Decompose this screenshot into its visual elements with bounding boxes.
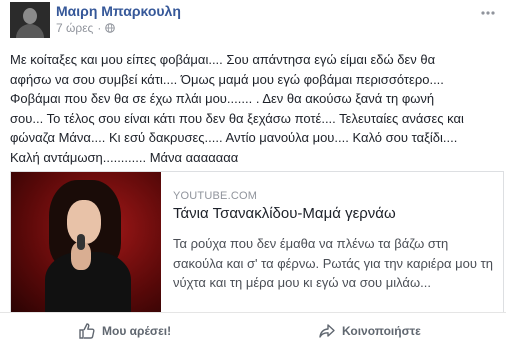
avatar-body: [16, 24, 44, 38]
meta-separator: ·: [97, 21, 102, 35]
more-options-icon[interactable]: [480, 6, 496, 16]
share-label: Κοινοποιήστε: [342, 324, 421, 338]
post-header: Μαιρη Μπαρκουλη 7 ώρες ·: [0, 0, 506, 40]
link-title[interactable]: Τάνια Τσανακλίδου-Μαμά γερνάω: [173, 205, 396, 222]
link-description-line: νύχτα και τη μέρα μου κι εγώ να σου μιλά…: [173, 275, 431, 290]
like-button[interactable]: Μου αρέσει!: [78, 322, 171, 340]
link-description-line: Τα ρούχα που δεν έμαθα να πλένω τα βάζω …: [173, 236, 449, 251]
post-actions-bar: Μου αρέσει! Κοινοποιήστε: [0, 312, 506, 348]
avatar-head: [23, 8, 37, 24]
post-meta: 7 ώρες ·: [56, 21, 116, 35]
link-preview-card[interactable]: YOUTUBE.COM Τάνια Τσανακλίδου-Μαμά γερνά…: [10, 171, 504, 312]
avatar[interactable]: [10, 2, 50, 38]
link-description: Τα ρούχα που δεν έμαθα να πλένω τα βάζω …: [173, 234, 503, 293]
author-name[interactable]: Μαιρη Μπαρκουλη: [56, 3, 181, 19]
post-text-line: Καλή αντάμωση............ Μάνα ααααααα: [10, 149, 239, 165]
like-label: Μου αρέσει!: [102, 324, 172, 338]
link-description-line: σακούλα και σ' τα φέρνω. Ρωτάς για την κ…: [173, 255, 493, 271]
post-text-line: αφήσω να σου συμβεί κάτι.... Όμως μαμά μ…: [10, 71, 444, 87]
post-text-line: Φοβάμαι που δεν θα σε έχω πλάι μου......…: [10, 91, 435, 106]
post-text-line: φώναζα Μάνα.... Κι εσύ δακρυσες..... Αντ…: [10, 130, 458, 145]
thumbs-up-icon: [79, 323, 95, 339]
post-time[interactable]: 7 ώρες: [56, 21, 93, 35]
share-arrow-icon: [319, 324, 335, 338]
post-text-line: Με κοίταξες και μου είπες φοβάμαι.... Σο…: [10, 52, 436, 67]
post-text: Με κοίταξες και μου είπες φοβάμαι.... Σο…: [10, 50, 502, 167]
link-source: YOUTUBE.COM: [173, 190, 258, 202]
share-button[interactable]: Κοινοποιήστε: [318, 322, 421, 340]
post-text-line: σου... Το τέλος σου είναι κάτι που δεν θ…: [10, 110, 464, 126]
globe-icon[interactable]: [105, 23, 116, 33]
video-thumbnail[interactable]: [11, 172, 161, 312]
microphone-icon: [77, 234, 85, 250]
